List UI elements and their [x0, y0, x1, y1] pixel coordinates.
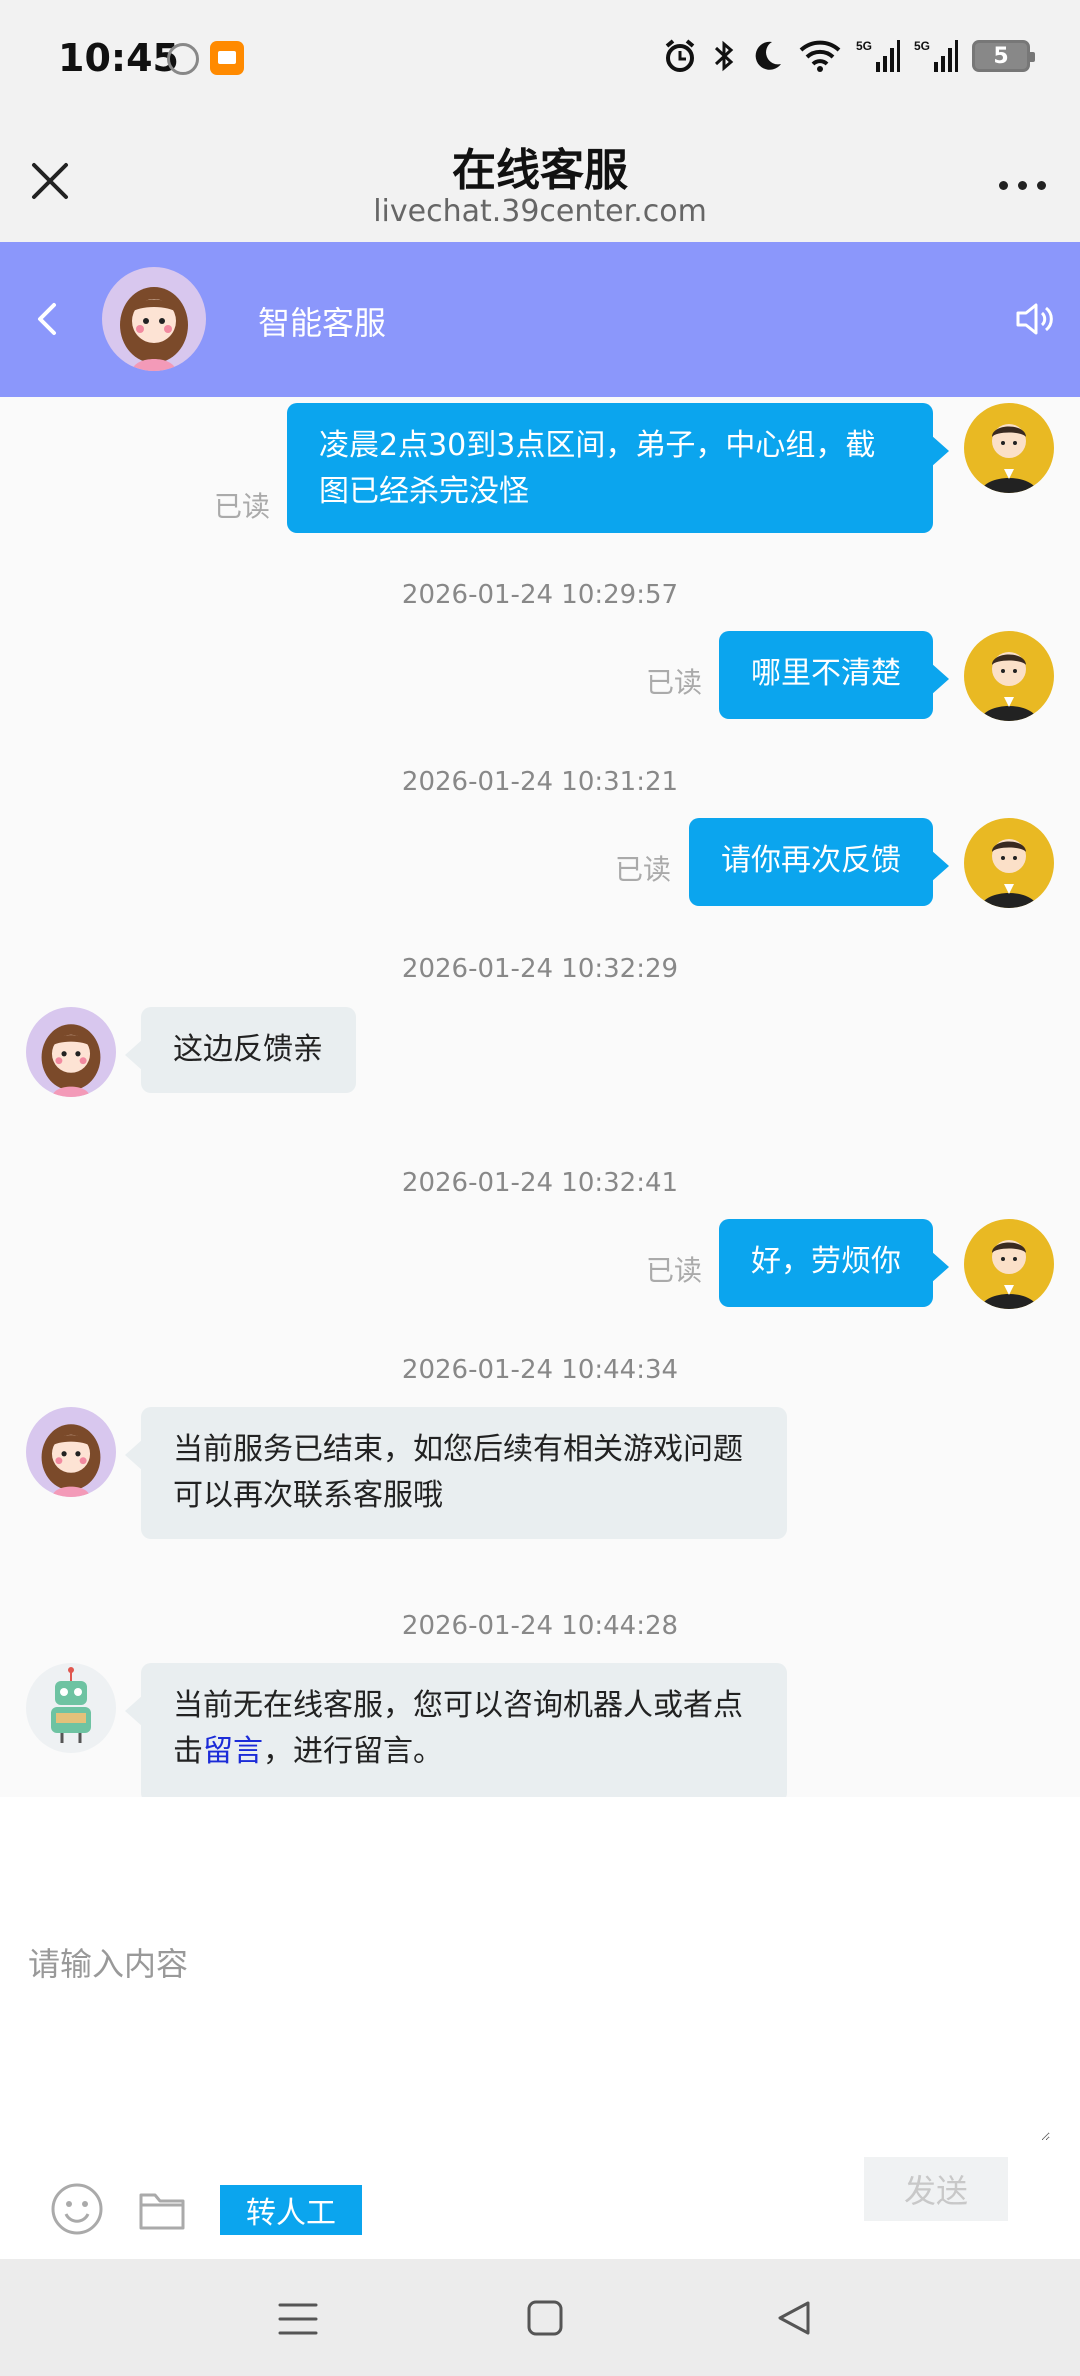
send-button[interactable]: 发送: [864, 2157, 1008, 2221]
moon-icon: [755, 41, 781, 70]
message-timestamp: 2026-01-24 10:32:41: [401, 1168, 679, 1198]
bluetooth-icon: [714, 40, 734, 72]
notification-app-icon: [210, 41, 244, 75]
status-icons: 5G 5G 5: [662, 38, 1035, 74]
chat-messages[interactable]: 已读 凌晨2点30到3点区间，弟子，中心组，截 图已经杀完没怪 2026-01-…: [0, 397, 1080, 1797]
message-row: 已读 好，劳烦你: [0, 1219, 1080, 1309]
leave-message-link[interactable]: 留言: [203, 1734, 263, 1769]
message-text: 好，劳烦你: [751, 1244, 901, 1279]
signal-5g-icon-2: 5G: [914, 39, 958, 72]
wifi-icon: [799, 40, 841, 72]
message-row: 已读 请你再次反馈: [0, 818, 1080, 908]
message-bubble[interactable]: 当前无在线客服，您可以咨询机器人或者点 击留言，进行留言。: [125, 1663, 787, 1797]
message-timestamp: 2026-01-24 10:29:57: [401, 580, 679, 610]
signal-5g-icon: 5G: [856, 39, 900, 72]
browser-topbar: 在线客服 livechat.39center.com: [0, 110, 1080, 242]
message-text: 凌晨2点30到3点区间，弟子，中心组，截: [319, 428, 876, 463]
emoji-icon[interactable]: [50, 2182, 104, 2236]
chat-header: 智能客服: [0, 242, 1080, 397]
home-icon[interactable]: [524, 2297, 566, 2339]
more-icon[interactable]: [992, 170, 1052, 200]
message-timestamp: 2026-01-24 10:31:21: [401, 767, 679, 797]
message-timestamp: 2026-01-24 10:44:34: [401, 1355, 679, 1385]
message-timestamp: 2026-01-24 10:44:28: [401, 1611, 679, 1641]
svg-text:5G: 5G: [914, 39, 930, 53]
transfer-human-button[interactable]: 转人工: [220, 2185, 362, 2235]
message-text: 击留言，进行留言。: [173, 1729, 755, 1775]
robot-avatar: [26, 1663, 116, 1753]
message-text-prefix: 击: [173, 1734, 203, 1769]
message-bubble[interactable]: 这边反馈亲: [125, 1007, 356, 1093]
page-url: livechat.39center.com: [373, 194, 707, 229]
message-row: 已读 哪里不清楚: [0, 631, 1080, 721]
message-row: 当前无在线客服，您可以咨询机器人或者点 击留言，进行留言。: [0, 1663, 1080, 1797]
message-text: 哪里不清楚: [751, 656, 901, 691]
read-status: 已读: [646, 1254, 703, 1287]
page-title: 在线客服: [452, 145, 628, 196]
user-avatar: [964, 818, 1054, 908]
message-bubble[interactable]: 哪里不清楚: [719, 631, 949, 719]
user-avatar: [964, 631, 1054, 721]
folder-icon[interactable]: [138, 2187, 186, 2231]
message-text: 当前无在线客服，您可以咨询机器人或者点: [173, 1688, 743, 1723]
message-bubble[interactable]: 凌晨2点30到3点区间，弟子，中心组，截 图已经杀完没怪: [287, 403, 949, 533]
message-text: 这边反馈亲: [173, 1032, 323, 1067]
input-area: 转人工 发送: [0, 1797, 1080, 2259]
message-text: 请你再次反馈: [721, 843, 901, 878]
back-icon[interactable]: [28, 297, 68, 341]
speaker-icon[interactable]: [1012, 297, 1056, 341]
read-status: 已读: [615, 853, 672, 886]
message-bubble[interactable]: 当前服务已结束，如您后续有相关游戏问题 可以再次联系客服哦: [125, 1407, 787, 1539]
battery-icon: 5: [972, 40, 1035, 72]
message-timestamp: 2026-01-24 10:32:29: [401, 954, 679, 984]
system-nav-bar: [0, 2259, 1080, 2376]
message-text-suffix: ，进行留言。: [263, 1734, 443, 1769]
agent-avatar: [102, 267, 206, 371]
svg-text:5G: 5G: [856, 39, 872, 53]
message-text: 图已经杀完没怪: [319, 474, 529, 509]
status-bar: 10:45 5G 5G 5: [0, 0, 1080, 110]
clock-app-icon: [167, 43, 199, 75]
user-avatar: [964, 403, 1054, 493]
agent-avatar: [26, 1007, 116, 1097]
message-row: 这边反馈亲: [0, 1007, 1080, 1097]
message-bubble[interactable]: 好，劳烦你: [719, 1219, 949, 1307]
nav-back-icon[interactable]: [772, 2297, 816, 2339]
message-input[interactable]: [26, 1937, 1050, 2141]
menu-icon[interactable]: [276, 2299, 320, 2339]
message-bubble[interactable]: 请你再次反馈: [689, 818, 949, 906]
status-time: 10:45: [58, 36, 179, 80]
message-row: 当前服务已结束，如您后续有相关游戏问题 可以再次联系客服哦: [0, 1407, 1080, 1542]
message-text: 可以再次联系客服哦: [173, 1478, 443, 1513]
alarm-icon: [665, 39, 695, 72]
message-row: 已读 凌晨2点30到3点区间，弟子，中心组，截 图已经杀完没怪: [0, 397, 1080, 537]
message-text: 当前服务已结束，如您后续有相关游戏问题: [173, 1432, 743, 1467]
read-status: 已读: [214, 490, 271, 523]
agent-avatar: [26, 1407, 116, 1497]
read-status: 已读: [646, 666, 703, 699]
user-avatar: [964, 1219, 1054, 1309]
agent-name: 智能客服: [258, 304, 387, 342]
